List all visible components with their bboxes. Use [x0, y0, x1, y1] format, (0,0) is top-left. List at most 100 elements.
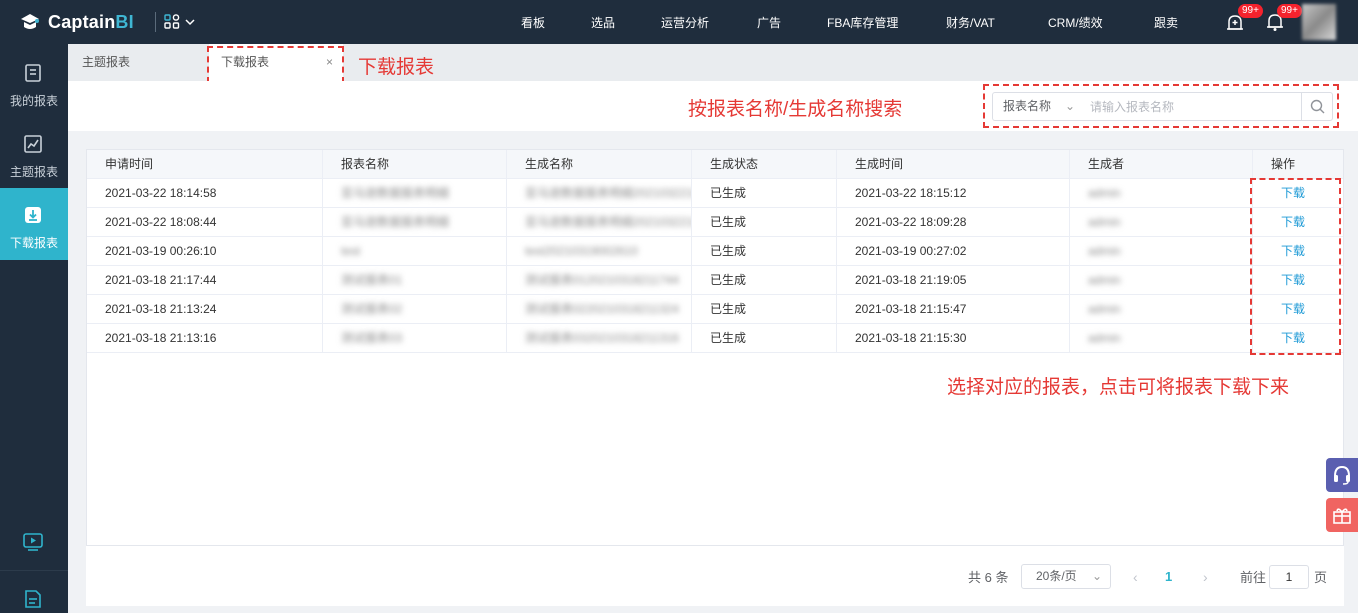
sidebar-item-my-reports[interactable]: 我的报表 — [0, 46, 68, 118]
chevron-down-icon: ⌄ — [1091, 569, 1102, 583]
customer-service-button[interactable] — [1326, 458, 1358, 492]
cell-report-name-container: 测试报表03 — [323, 324, 507, 352]
next-page-button[interactable]: › — [1203, 569, 1208, 585]
cell-status-container: 已生成 — [692, 179, 837, 207]
search-input[interactable] — [1081, 92, 1302, 121]
cell-report-name-container: test — [323, 237, 507, 265]
cell-apply-time-container: 2021-03-18 21:13:16 — [87, 324, 323, 352]
cell-apply-time: 2021-03-22 18:14:58 — [105, 186, 217, 200]
page-size-value: 20条/页 — [1036, 569, 1077, 583]
sidebar-item-topic-reports[interactable]: 主题报表 — [0, 117, 68, 189]
cell-generated-time-container: 2021-03-18 21:15:47 — [837, 295, 1070, 323]
cell-generated-time: 2021-03-22 18:09:28 — [855, 215, 967, 229]
total-count: 共 6 条 — [968, 570, 1009, 585]
sidebar-item-download-reports[interactable]: 下载报表 — [0, 188, 68, 260]
download-icon — [25, 207, 41, 223]
cell-apply-time-container: 2021-03-18 21:13:24 — [87, 295, 323, 323]
cell-creator: admin — [1088, 331, 1121, 345]
cell-report-name-container: 测试报表01 — [323, 266, 507, 294]
tab-topic-reports[interactable]: 主题报表 — [82, 44, 202, 81]
cell-status-container: 已生成 — [692, 208, 837, 236]
col-header-generated-name[interactable]: 生成名称 — [507, 150, 692, 178]
cell-generated-name: 测试报表0320210318211316 — [525, 331, 679, 345]
col-header-apply-time[interactable]: 申请时间 — [87, 150, 323, 178]
cell-report-name: test — [341, 244, 361, 258]
gift-button[interactable] — [1326, 498, 1358, 532]
cell-generated-name: test20210319002610 — [525, 244, 638, 258]
cell-apply-time: 2021-03-18 21:13:16 — [105, 331, 217, 345]
nav-follow-sell[interactable]: 跟卖 — [1154, 14, 1178, 31]
captain-hat-icon — [21, 14, 39, 29]
cell-generated-time-container: 2021-03-19 00:27:02 — [837, 237, 1070, 265]
table-row: 2021-03-18 21:13:16 测试报表03 测试报表03202103182… — [87, 324, 1343, 353]
nav-product-selection[interactable]: 选品 — [591, 14, 615, 31]
cell-creator: admin — [1088, 186, 1121, 200]
search-button[interactable] — [1301, 92, 1333, 121]
cell-report-name: 亚马逊数据报表明细 — [341, 215, 450, 229]
cell-status: 已生成 — [710, 244, 747, 258]
brand-name: Captain — [48, 11, 116, 32]
cell-status: 已生成 — [710, 273, 747, 287]
gift-icon — [1333, 508, 1351, 524]
app-switcher[interactable] — [155, 12, 196, 32]
col-header-creator[interactable]: 生成者 — [1070, 150, 1253, 178]
captainbi-logo[interactable]: CaptainBI — [18, 8, 134, 36]
cell-generated-time: 2021-03-22 18:15:12 — [855, 186, 967, 200]
cell-generated-time-container: 2021-03-22 18:15:12 — [837, 179, 1070, 207]
top-navbar: CaptainBI 看板 选品 运营分析 广告 FBA库存管理 财务/VAT C… — [0, 0, 1358, 44]
table-row: 2021-03-19 00:26:10 test test2021031900261… — [87, 237, 1343, 266]
page-number-current[interactable]: 1 — [1165, 569, 1172, 584]
cell-generated-name: 亚马逊数据报表明细20210322180844 — [525, 215, 691, 229]
col-header-status[interactable]: 生成状态 — [692, 150, 837, 178]
nav-finance-vat[interactable]: 财务/VAT — [946, 14, 995, 31]
alert-badge: 99+ — [1238, 4, 1263, 18]
sidebar-docs-button[interactable] — [0, 570, 68, 613]
cell-report-name: 测试报表01 — [341, 273, 403, 287]
search-annotation-text: 按报表名称/生成名称搜索 — [688, 99, 903, 120]
goto-page-input[interactable] — [1269, 565, 1309, 589]
prev-page-button[interactable]: ‹ — [1133, 569, 1138, 585]
video-icon — [23, 533, 43, 551]
cell-creator: admin — [1088, 302, 1121, 316]
search-field-select[interactable]: 报表名称 ⌄ — [992, 92, 1082, 121]
col-header-generated-time[interactable]: 生成时间 — [837, 150, 1070, 178]
cell-creator-container: admin — [1070, 237, 1253, 265]
col-header-report-name[interactable]: 报表名称 — [323, 150, 507, 178]
cell-creator-container: admin — [1070, 324, 1253, 352]
cell-generated-name-container: 亚马逊数据报表明细20210322180844 — [507, 208, 692, 236]
cell-creator: admin — [1088, 215, 1121, 229]
action-annotation-text: 选择对应的报表，点击可将报表下载下来 — [947, 377, 1290, 398]
report-icon — [25, 64, 41, 82]
cell-apply-time: 2021-03-19 00:26:10 — [105, 244, 217, 258]
cell-creator-container: admin — [1070, 179, 1253, 207]
cell-creator: admin — [1088, 273, 1121, 287]
cell-creator-container: admin — [1070, 295, 1253, 323]
cell-report-name: 测试报表02 — [341, 302, 403, 316]
cell-report-name-container: 亚马逊数据报表明细 — [323, 179, 507, 207]
tab-annotation-text: 下载报表 — [358, 57, 435, 78]
avatar[interactable] — [1302, 4, 1336, 40]
cell-generated-time-container: 2021-03-22 18:09:28 — [837, 208, 1070, 236]
nav-ads[interactable]: 广告 — [757, 14, 781, 31]
cell-report-name-container: 测试报表02 — [323, 295, 507, 323]
sidebar-item-label: 下载报表 — [9, 236, 58, 250]
nav-dashboard[interactable]: 看板 — [521, 14, 545, 31]
pagination-bar — [86, 546, 1344, 606]
chart-icon — [24, 135, 42, 153]
sidebar-video-button[interactable] — [0, 520, 68, 564]
page-size-select[interactable]: 20条/页 ⌄ — [1021, 564, 1111, 589]
grid-apps-icon — [164, 14, 180, 29]
page-unit-label: 页 — [1314, 570, 1328, 585]
cell-generated-name: 测试报表0220210318211324 — [525, 302, 679, 316]
sidebar: 我的报表 主题报表 下载报表 — [0, 44, 68, 613]
cell-report-name: 测试报表03 — [341, 331, 403, 345]
cell-generated-name-container: 亚马逊数据报表明细20210322181458 — [507, 179, 692, 207]
cell-apply-time: 2021-03-22 18:08:44 — [105, 215, 217, 229]
notification-badge: 99+ — [1277, 4, 1302, 18]
cell-status: 已生成 — [710, 302, 747, 316]
cell-creator-container: admin — [1070, 208, 1253, 236]
table-row: 2021-03-22 18:08:44 亚马逊数据报表明细 亚马逊数据报表明细202… — [87, 208, 1343, 237]
nav-crm-performance[interactable]: CRM/绩效 — [1048, 14, 1103, 31]
nav-fba-inventory[interactable]: FBA库存管理 — [827, 14, 898, 31]
nav-operations-analysis[interactable]: 运营分析 — [661, 14, 709, 31]
